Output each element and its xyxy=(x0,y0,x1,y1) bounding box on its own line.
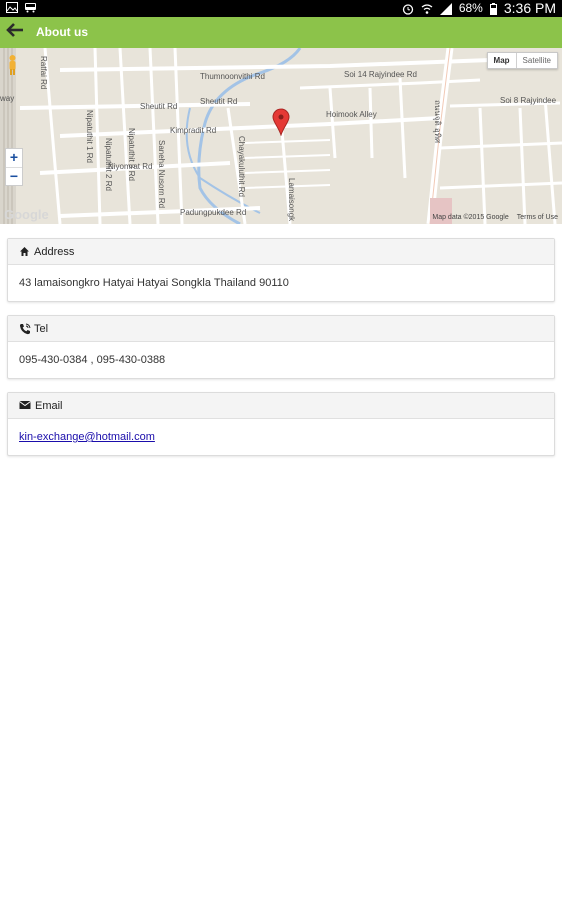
google-logo: Google xyxy=(4,207,49,222)
pegman-icon[interactable] xyxy=(7,54,18,76)
street-label: Nipatuthit 2 Rd xyxy=(104,138,113,191)
street-label: Soi 14 Rajyindee Rd xyxy=(344,70,417,79)
map-footer: Map data ©2015 Google Terms of Use xyxy=(432,214,558,221)
card-header: Tel xyxy=(8,316,554,342)
map-type-control: Map Satellite xyxy=(486,52,558,69)
gallery-icon xyxy=(6,2,18,13)
email-label: Email xyxy=(35,399,63,412)
zoom-out-button[interactable]: − xyxy=(6,167,22,185)
status-bar: 68% 3:36 PM xyxy=(0,0,562,17)
street-label: Chayakuluthit Rd xyxy=(237,136,246,197)
clock: 3:36 PM xyxy=(503,0,556,16)
card-body: kin-exchange@hotmail.com xyxy=(8,419,554,455)
email-link[interactable]: kin-exchange@hotmail.com xyxy=(19,431,155,443)
street-label: Saneha Nusorn Rd xyxy=(157,140,166,209)
card-header: Address xyxy=(8,239,554,265)
status-left xyxy=(6,2,36,13)
tel-label: Tel xyxy=(34,322,49,335)
street-label: Nipatuthit 3 Rd xyxy=(127,128,136,181)
home-icon xyxy=(19,246,30,257)
card-body: 43 lamaisongkro Hatyai Hatyai Songkla Th… xyxy=(8,265,554,301)
address-card: Address 43 lamaisongkro Hatyai Hatyai So… xyxy=(7,238,555,302)
map-view[interactable]: Thumnoonvithi Rd Soi 14 Rajyindee Rd She… xyxy=(0,48,562,224)
street-label: ถนนจุติ อุทิศ xyxy=(433,100,442,144)
map-type-satellite-button[interactable]: Satellite xyxy=(517,53,557,68)
street-label: Sheutit Rd xyxy=(200,97,238,106)
street-label: Padungpukdee Rd xyxy=(180,208,247,217)
back-button[interactable] xyxy=(4,21,26,43)
phone-icon xyxy=(19,323,31,335)
email-card: Email kin-exchange@hotmail.com xyxy=(7,392,555,456)
street-label: Sheutit Rd xyxy=(140,102,178,111)
street-label: Nipatuthit 1 Rd xyxy=(85,110,94,163)
tel-value[interactable]: 095-430-0384 , 095-430-0388 xyxy=(19,354,165,366)
wifi-icon xyxy=(421,3,433,14)
tel-card: Tel 095-430-0384 , 095-430-0388 xyxy=(7,315,555,379)
street-label: Kimpradit Rd xyxy=(170,126,217,135)
terms-link[interactable]: Terms of Use xyxy=(517,214,558,221)
card-body: 095-430-0384 , 095-430-0388 xyxy=(8,342,554,378)
app-bar: About us xyxy=(0,17,562,48)
zoom-in-button[interactable]: + xyxy=(6,149,22,167)
bus-icon xyxy=(24,2,36,13)
signal-icon xyxy=(439,3,452,15)
envelope-icon xyxy=(19,400,31,411)
arrow-left-icon xyxy=(6,22,24,42)
battery-percent: 68% xyxy=(458,1,483,15)
zoom-control: + − xyxy=(5,148,23,186)
street-label: Lamaisongk xyxy=(287,178,296,222)
map-attribution: Map data ©2015 Google xyxy=(432,214,509,221)
page-title: About us xyxy=(36,25,88,39)
street-label: way xyxy=(0,94,15,103)
street-label: Ratfai Rd xyxy=(39,56,48,90)
address-label: Address xyxy=(34,245,75,258)
map-marker-icon[interactable] xyxy=(272,108,290,137)
card-header: Email xyxy=(8,393,554,419)
street-label: Hoimook Alley xyxy=(326,110,377,119)
map-type-map-button[interactable]: Map xyxy=(488,53,517,68)
battery-icon xyxy=(489,3,497,15)
status-right: 68% 3:36 PM xyxy=(402,1,556,16)
alarm-icon xyxy=(402,3,414,15)
street-label: Thumnoonvithi Rd xyxy=(200,72,265,81)
address-value: 43 lamaisongkro Hatyai Hatyai Songkla Th… xyxy=(19,277,289,289)
street-label: Soi 8 Rajyindee xyxy=(500,96,557,105)
